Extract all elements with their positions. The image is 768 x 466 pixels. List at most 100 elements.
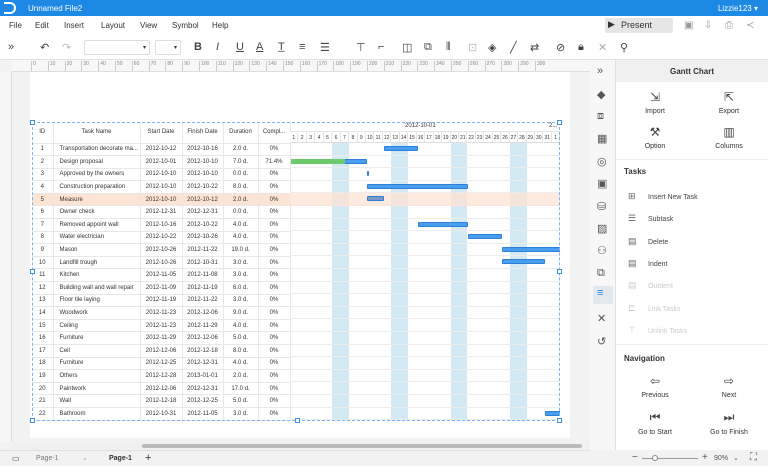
page-tab[interactable]: Page-1: [109, 455, 132, 462]
outdent-icon: ▤: [628, 280, 642, 291]
bold-icon[interactable]: B: [194, 41, 202, 53]
font-family-select[interactable]: ▾: [84, 40, 150, 55]
columns-button[interactable]: ▥Columns: [694, 125, 764, 150]
underline-icon[interactable]: U: [236, 41, 244, 53]
align-icon[interactable]: ≡: [299, 41, 305, 53]
italic-icon[interactable]: I: [216, 41, 219, 53]
insert-task-button[interactable]: ⊞Insert New Task: [628, 191, 698, 202]
history-icon[interactable]: ↺: [597, 335, 606, 348]
font-size-select[interactable]: ▾: [155, 40, 181, 55]
menu-layout[interactable]: Layout: [101, 21, 125, 30]
undo-icon[interactable]: ↶: [40, 41, 49, 54]
zoom-in-icon[interactable]: +: [702, 452, 708, 463]
font-color-icon[interactable]: A: [256, 41, 263, 53]
option-button[interactable]: ⚒Option: [620, 125, 690, 150]
outdent-button[interactable]: ▤Outdent: [628, 280, 673, 291]
page-setup-icon[interactable]: ⧈: [597, 110, 604, 123]
tools-icon[interactable]: ✕: [598, 41, 607, 54]
layers-icon[interactable]: ◎: [597, 155, 607, 168]
previous-label: Previous: [641, 392, 668, 399]
line-color-icon[interactable]: ╱: [510, 41, 517, 54]
menu-edit[interactable]: Edit: [35, 21, 49, 30]
expand-icon[interactable]: »: [8, 41, 14, 53]
indent-button[interactable]: ▤Indent: [628, 258, 667, 269]
previous-button[interactable]: ⇦Previous: [620, 374, 690, 399]
print-icon[interactable]: ⎙: [725, 20, 733, 31]
link-tasks-button[interactable]: ⊏Link Tasks: [628, 303, 681, 314]
connector-icon[interactable]: ⌐: [378, 41, 384, 53]
size-icon[interactable]: ⊡: [468, 41, 477, 54]
chevron-down-icon[interactable]: ⌄: [82, 454, 88, 462]
zoom-level[interactable]: 90%: [714, 455, 728, 462]
insert-task-icon: ⊞: [628, 191, 642, 202]
org-chart-icon[interactable]: ⚇: [597, 244, 607, 257]
download-icon[interactable]: ⇩: [704, 20, 712, 31]
save-icon[interactable]: ▣: [684, 20, 693, 31]
skip-start-icon: ⏮: [620, 410, 690, 425]
search-icon[interactable]: ⚲: [620, 41, 628, 54]
collapse-icon[interactable]: »: [597, 65, 603, 77]
page-select[interactable]: Page-1: [36, 455, 59, 462]
menu-help[interactable]: Help: [212, 21, 228, 30]
group-icon[interactable]: ⧉: [424, 41, 432, 54]
resize-handle[interactable]: [557, 120, 562, 125]
resize-handle[interactable]: [295, 418, 300, 423]
resize-handle[interactable]: [557, 418, 562, 423]
gantt-icon[interactable]: ≡: [593, 286, 613, 304]
present-button[interactable]: ▶Present: [605, 18, 673, 33]
page-layout-icon[interactable]: ▭: [12, 454, 20, 463]
no-shadow-icon[interactable]: ⊘: [556, 41, 565, 54]
right-icon-rail: » ◆ ⧈ ▦ ◎ ▣ ⛁ ▨ ⚇ ⧉ ≡ ✕ ↺: [590, 60, 616, 450]
grid-icon[interactable]: ▦: [597, 132, 607, 145]
scrollbar-thumb[interactable]: [142, 444, 582, 448]
export-button[interactable]: ⇱Export: [694, 90, 764, 115]
unlink-tasks-button[interactable]: ⊤Unlink Tasks: [628, 325, 687, 336]
share-icon[interactable]: ≺: [746, 20, 754, 31]
presentation-icon[interactable]: ▣: [597, 177, 607, 190]
resize-handle[interactable]: [30, 418, 35, 423]
menu-file[interactable]: File: [9, 21, 22, 30]
next-button[interactable]: ⇨Next: [694, 374, 764, 399]
user-menu[interactable]: Lizzie123 ▾: [718, 4, 758, 13]
fullscreen-icon[interactable]: ⛶: [750, 452, 757, 463]
horizontal-scrollbar[interactable]: [12, 442, 590, 450]
line-spacing-icon[interactable]: ☰: [320, 41, 330, 54]
delete-button[interactable]: ▤Delete: [628, 236, 668, 247]
image-icon[interactable]: ▨: [597, 222, 607, 235]
skip-end-icon: ⏭: [694, 410, 764, 425]
subtask-button[interactable]: ☰Subtask: [628, 213, 673, 224]
database-icon[interactable]: ⛁: [597, 200, 606, 213]
shuffle-icon[interactable]: ✕: [597, 312, 606, 325]
menu-view[interactable]: View: [140, 21, 157, 30]
resize-handle[interactable]: [30, 269, 35, 274]
line-style-icon[interactable]: ⇄: [530, 41, 539, 54]
replace-icon[interactable]: ⧉: [597, 267, 605, 280]
zoom-slider[interactable]: [642, 458, 698, 459]
go-to-finish-label: Go to Finish: [710, 429, 748, 436]
zoom-out-icon[interactable]: −: [632, 452, 638, 463]
text-style-icon[interactable]: T̲: [278, 41, 285, 53]
fill-icon[interactable]: ◈: [488, 41, 496, 54]
menu-symbol[interactable]: Symbol: [172, 21, 199, 30]
text-box-icon[interactable]: ⊤: [356, 41, 366, 54]
menu-insert[interactable]: Insert: [64, 21, 84, 30]
user-name: Lizzie123: [718, 4, 752, 13]
go-to-start-button[interactable]: ⏮Go to Start: [620, 410, 690, 436]
chevron-down-icon[interactable]: ⌄: [733, 454, 739, 462]
align-objects-icon[interactable]: ◫: [402, 41, 412, 54]
lock-icon[interactable]: 🔒︎: [578, 41, 584, 54]
gantt-selection[interactable]: [32, 122, 560, 421]
unlink-tasks-label: Unlink Tasks: [648, 328, 687, 335]
add-page-icon[interactable]: +: [145, 452, 151, 464]
app-logo-icon: [4, 2, 16, 14]
resize-handle[interactable]: [30, 120, 35, 125]
redo-icon[interactable]: ↷: [62, 41, 71, 54]
ruler-tick: 180: [333, 61, 343, 71]
import-button[interactable]: ⇲Import: [620, 90, 690, 115]
horizontal-ruler: 0102030405060708090100110120130140150160…: [12, 60, 590, 72]
resize-handle[interactable]: [557, 269, 562, 274]
distribute-icon[interactable]: ⫴: [446, 41, 451, 54]
go-to-finish-button[interactable]: ⏭ Go to Finish: [694, 410, 764, 436]
fill-style-icon[interactable]: ◆: [597, 88, 605, 101]
zoom-slider-thumb[interactable]: [652, 455, 658, 461]
